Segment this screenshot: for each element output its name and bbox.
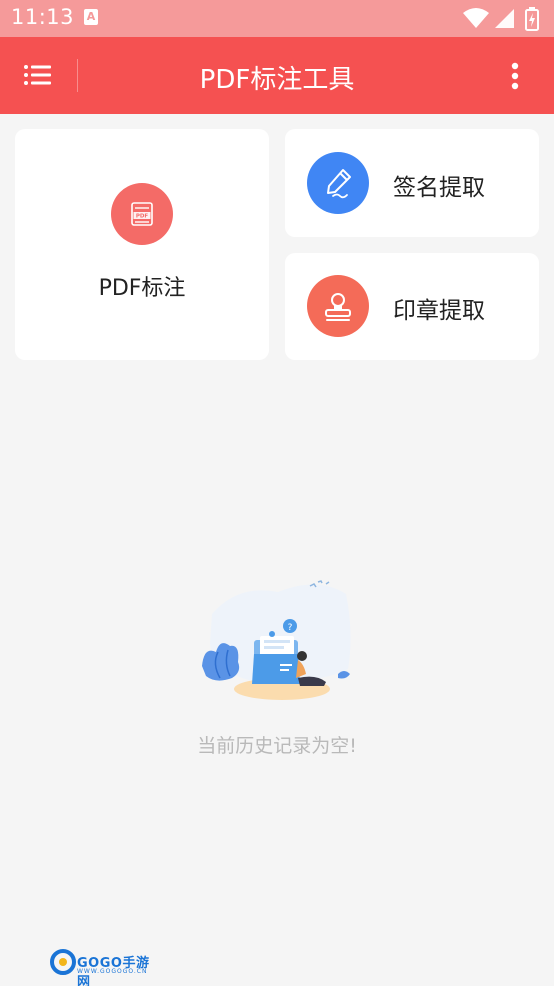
pdf-file-icon: PDF (111, 183, 173, 245)
svg-text:PDF: PDF (136, 214, 149, 220)
wifi-icon (463, 8, 489, 28)
status-time: 11:13 (11, 5, 75, 29)
app-bar: PDF标注工具 (0, 37, 554, 114)
more-vert-icon[interactable] (506, 61, 524, 91)
gogo-logo-icon (50, 949, 76, 975)
watermark-url: WWW.GOGOGO.CN (77, 968, 148, 975)
cell-signal-icon (495, 9, 514, 28)
status-bar: 11:13 A (0, 0, 554, 37)
pdf-annotate-card[interactable]: PDF PDF标注 (15, 129, 269, 360)
notification-icon: A (84, 9, 98, 25)
stamp-extract-label: 印章提取 (393, 298, 485, 324)
svg-text:?: ? (288, 623, 293, 633)
battery-icon (525, 7, 539, 31)
signature-extract-label: 签名提取 (393, 175, 485, 201)
stamp-icon (307, 275, 369, 337)
page-title: PDF标注工具 (199, 65, 355, 95)
watermark-logo: GOGO手游网 WWW.GOGOGO.CN (50, 947, 162, 986)
empty-history-text: 当前历史记录为空! (197, 735, 357, 757)
empty-folder-illustration: ? (202, 580, 351, 700)
signature-extract-card[interactable]: 签名提取 (285, 129, 539, 237)
stamp-extract-card[interactable]: 印章提取 (285, 253, 539, 360)
pen-icon (307, 152, 369, 214)
status-icons (463, 7, 543, 31)
pdf-annotate-label: PDF标注 (98, 276, 186, 301)
